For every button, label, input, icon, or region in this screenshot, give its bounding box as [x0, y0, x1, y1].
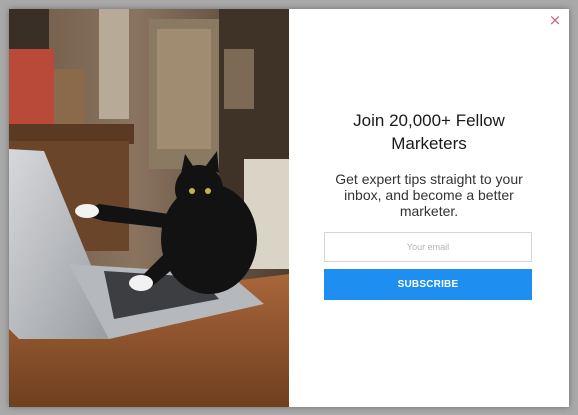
- close-icon[interactable]: ×: [546, 11, 564, 29]
- cat-typing-photo: [9, 9, 289, 407]
- subscribe-button[interactable]: SUBSCRIBE: [324, 269, 532, 300]
- signup-panel: × Join 20,000+ Fellow Marketers Get expe…: [289, 9, 569, 407]
- signup-popup: × Join 20,000+ Fellow Marketers Get expe…: [9, 9, 569, 407]
- email-field[interactable]: [324, 232, 532, 262]
- popup-headline: Join 20,000+ Fellow Marketers: [353, 111, 505, 153]
- popup-subtext: Get expert tips straight to your inbox, …: [335, 171, 523, 219]
